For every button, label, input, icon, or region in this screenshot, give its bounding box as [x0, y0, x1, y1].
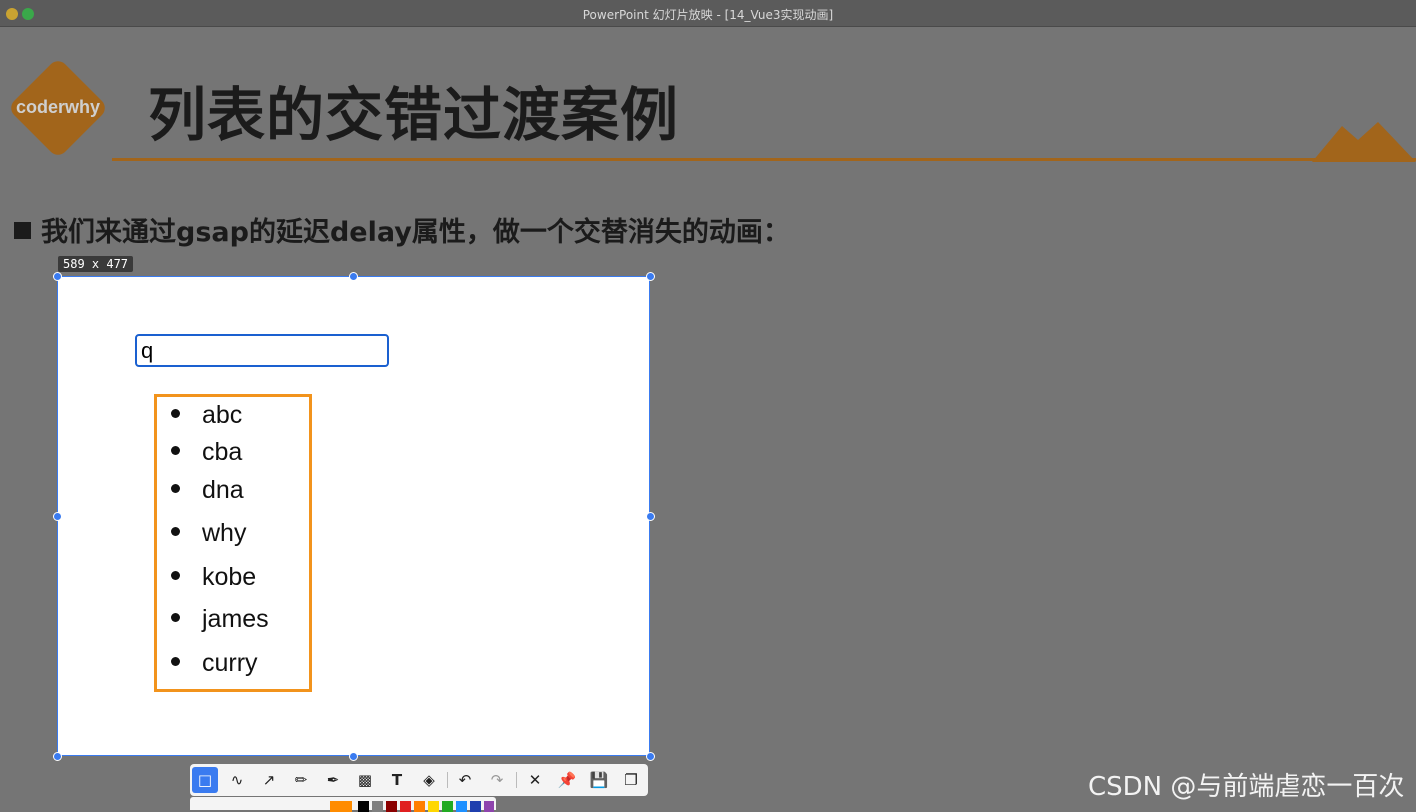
slide-title: 列表的交错过渡案例	[148, 81, 680, 149]
window-titlebar: PowerPoint 幻灯片放映 - [14_Vue3实现动画]	[0, 0, 1416, 27]
resize-handle-top-right[interactable]	[646, 272, 655, 281]
bullet-square-icon	[14, 222, 31, 239]
undo-icon[interactable]: ↶	[452, 767, 478, 793]
resize-handle-left[interactable]	[53, 512, 62, 521]
mountain-decoration	[1312, 122, 1416, 162]
eraser-icon[interactable]: ◈	[416, 767, 442, 793]
bullet-dot-icon	[171, 527, 180, 536]
toolbar-divider	[447, 772, 448, 788]
color-swatch[interactable]	[442, 801, 453, 812]
arrow-icon[interactable]: ↗	[256, 767, 282, 793]
color-swatch[interactable]	[414, 801, 425, 812]
mosaic-icon[interactable]: ▩	[352, 767, 378, 793]
logo-text: coderwhy	[15, 97, 101, 117]
filter-input[interactable]	[135, 334, 389, 367]
bullet-dot-icon	[171, 571, 180, 580]
list-item: abc	[171, 401, 242, 430]
window-title: PowerPoint 幻灯片放映 - [14_Vue3实现动画]	[582, 8, 834, 22]
bullet-label: 我们来通过gsap的延迟delay属性，做一个交替消失的动画：	[41, 217, 790, 248]
resize-handle-right[interactable]	[646, 512, 655, 521]
list-item: kobe	[171, 563, 256, 592]
copy-icon[interactable]: ❐	[618, 767, 644, 793]
bullet-dot-icon	[171, 484, 180, 493]
resize-handle-top-left[interactable]	[53, 272, 62, 281]
resize-handle-bottom-right[interactable]	[646, 752, 655, 761]
resize-handle-bottom[interactable]	[349, 752, 358, 761]
list-item: why	[171, 519, 246, 548]
redo-icon[interactable]: ↷	[484, 767, 510, 793]
select-rect-icon[interactable]: □	[192, 767, 218, 793]
bullet-text: 我们来通过gsap的延迟delay属性，做一个交替消失的动画：	[14, 210, 790, 249]
color-palette-bar	[190, 797, 496, 812]
annotation-toolbar: □ ∿ ↗ ✏ ✒ ▩ T ◈ ↶ ↷ ✕ 📌 💾 ❐	[190, 764, 648, 796]
color-swatch[interactable]	[428, 801, 439, 812]
save-icon[interactable]: 💾	[586, 767, 612, 793]
color-swatch[interactable]	[372, 801, 383, 812]
capture-region[interactable]: abc cba dna why kobe james curry	[57, 276, 650, 756]
watermark-text: CSDN @与前端虐恋一百次	[1088, 772, 1405, 802]
resize-handle-top[interactable]	[349, 272, 358, 281]
close-icon[interactable]: ✕	[522, 767, 548, 793]
list-item: james	[171, 605, 269, 634]
pin-icon[interactable]: 📌	[554, 767, 580, 793]
list-item: cba	[171, 438, 242, 467]
color-swatch-selected[interactable]	[330, 801, 352, 812]
bullet-dot-icon	[171, 657, 180, 666]
resize-handle-bottom-left[interactable]	[53, 752, 62, 761]
marker-icon[interactable]: ✒	[320, 767, 346, 793]
list-item: curry	[171, 649, 258, 678]
polyline-icon[interactable]: ∿	[224, 767, 250, 793]
title-divider	[112, 158, 1416, 161]
pencil-icon[interactable]: ✏	[288, 767, 314, 793]
color-swatch[interactable]	[386, 801, 397, 812]
toolbar-divider	[516, 772, 517, 788]
bullet-dot-icon	[171, 446, 180, 455]
color-swatch[interactable]	[484, 801, 494, 812]
color-swatch[interactable]	[456, 801, 467, 812]
list-item: dna	[171, 476, 244, 505]
bullet-dot-icon	[171, 613, 180, 622]
text-icon[interactable]: T	[384, 767, 410, 793]
selection-size-label: 589 x 477	[58, 256, 134, 272]
color-swatch[interactable]	[358, 801, 369, 812]
bullet-dot-icon	[171, 409, 180, 418]
color-swatch[interactable]	[470, 801, 481, 812]
color-swatch[interactable]	[400, 801, 411, 812]
list-container: abc cba dna why kobe james curry	[154, 394, 312, 692]
